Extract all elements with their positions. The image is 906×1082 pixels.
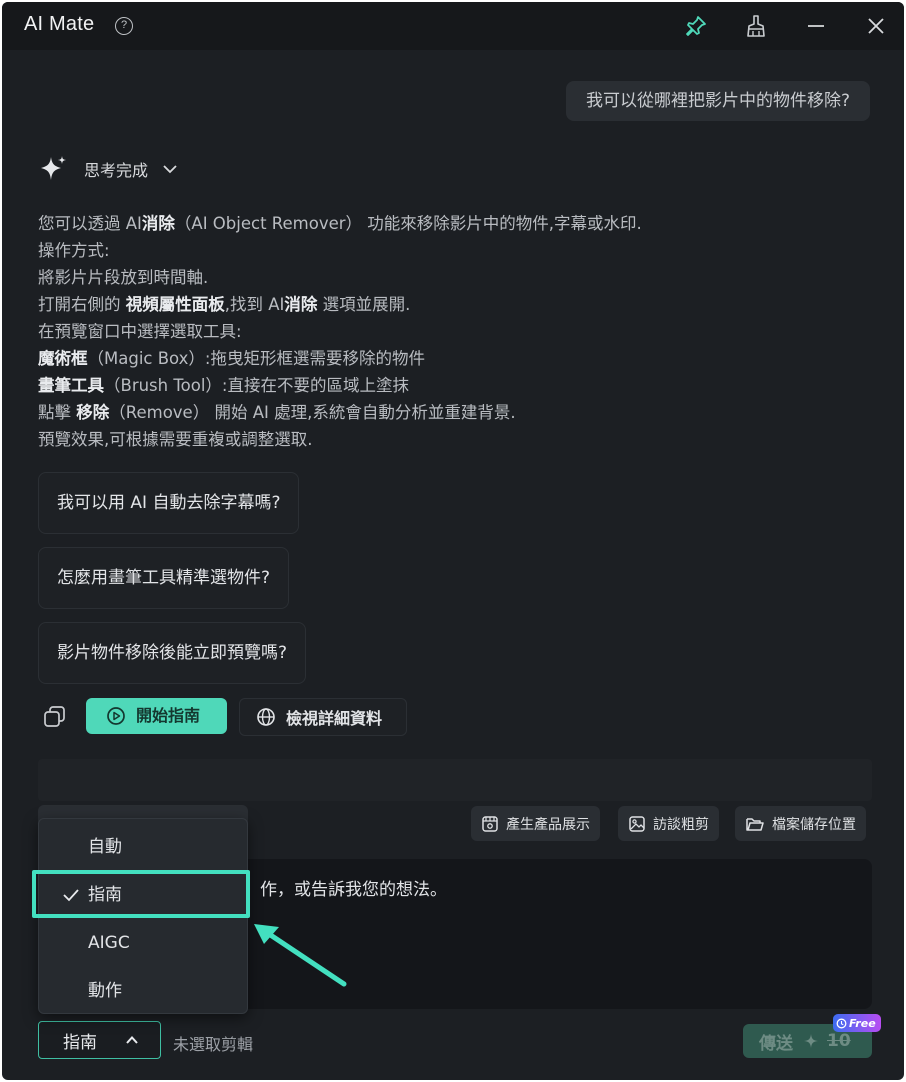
send-label: 傳送 <box>759 1033 793 1054</box>
scroll-fade-band <box>38 759 872 801</box>
chip-product-showcase[interactable]: 產生產品展示 <box>471 806 600 841</box>
clock-icon <box>836 1018 847 1028</box>
answer-text: 在預覽窗口中選擇選取工具: <box>38 322 242 341</box>
chevron-up-icon <box>126 1036 138 1044</box>
answer-text: （Magic Box）:拖曳矩形框選需要移除的物件 <box>87 349 425 368</box>
answer-text: 選項並展開. <box>317 295 411 314</box>
copy-icon[interactable] <box>42 704 68 730</box>
mode-option-action[interactable]: 動作 <box>39 971 247 1011</box>
prompt-placeholder: 作，或告訴我您的想法。 <box>260 880 447 900</box>
answer-line: 您可以透過 AI消除（AI Object Remover） 功能來移除影片中的物… <box>38 210 878 237</box>
minimize-icon[interactable] <box>804 14 828 38</box>
answer-emphasis: 魔術框 <box>38 349 88 368</box>
answer-text: ,找到 AI <box>224 295 285 314</box>
suggestion-3[interactable]: 影片物件移除後能立即預覽嗎? <box>38 622 307 684</box>
guide-option-highlight <box>32 870 250 918</box>
chip-label: 產生產品展示 <box>506 816 590 833</box>
chip-label: 檔案儲存位置 <box>772 816 856 833</box>
broom-icon[interactable] <box>744 14 768 38</box>
view-details-label: 檢視詳細資料 <box>286 709 383 728</box>
start-guide-label: 開始指南 <box>136 706 201 725</box>
view-details-button[interactable]: 檢視詳細資料 <box>239 698 407 736</box>
mode-select-value: 指南 <box>63 1032 97 1053</box>
mode-option-label: AIGC <box>88 933 130 953</box>
chip-interview-cut[interactable]: 訪談粗剪 <box>618 806 719 841</box>
suggestion-1[interactable]: 我可以用 AI 自動去除字幕嗎? <box>38 472 300 534</box>
chip-label: 訪談粗剪 <box>653 816 709 833</box>
mode-option-label: 自動 <box>88 837 122 857</box>
answer-emphasis: 消除 <box>141 214 175 233</box>
answer-text: （AI Object Remover） 功能來移除影片中的物件,字幕或水印. <box>174 214 642 233</box>
chip-file-location[interactable]: 檔案儲存位置 <box>735 806 866 841</box>
answer-text: 點擊 <box>38 403 77 422</box>
mode-option-auto[interactable]: 自動 <box>39 827 247 867</box>
title-bar: AI Mate ? <box>2 2 904 50</box>
user-message: 我可以從哪裡把影片中的物件移除? <box>565 81 870 121</box>
answer-line: 在預覽窗口中選擇選取工具: <box>38 318 878 345</box>
sparkle-icon <box>41 156 66 180</box>
answer-text: （Brush Tool）:直接在不要的區域上塗抹 <box>104 376 409 395</box>
answer-text: 您可以透過 AI <box>38 214 142 233</box>
mode-select[interactable]: 指南 <box>38 1021 161 1059</box>
video-frame-icon <box>482 815 498 832</box>
answer-line: 點擊 移除（Remove） 開始 AI 處理,系統會自動分析並重建背景. <box>38 399 878 426</box>
answer-line: 操作方式: <box>38 237 878 264</box>
no-clip-label: 未選取剪輯 <box>173 1035 254 1054</box>
suggestion-2[interactable]: 怎麼用畫筆工具精準選物件? <box>38 547 290 609</box>
send-cost: 10 <box>827 1031 851 1051</box>
answer-text: （Remove） 開始 AI 處理,系統會自動分析並重建背景. <box>109 403 516 422</box>
globe-icon <box>257 708 275 726</box>
start-guide-button[interactable]: 開始指南 <box>86 698 227 734</box>
answer-emphasis: 移除 <box>76 403 110 422</box>
answer-emphasis: 消除 <box>284 295 318 314</box>
answer-text: 預覽效果,可根據需要重複或調整選取. <box>38 430 313 449</box>
credit-sparkle-icon <box>804 1034 818 1048</box>
answer-line: 打開右側的 視頻屬性面板,找到 AI消除 選項並展開. <box>38 291 878 318</box>
folder-open-icon <box>746 817 764 831</box>
answer-line: 預覽效果,可根據需要重複或調整選取. <box>38 426 878 453</box>
pin-icon[interactable] <box>684 14 708 38</box>
answer-line: 畫筆工具（Brush Tool）:直接在不要的區域上塗抹 <box>38 372 878 399</box>
answer-text: 將影片片段放到時間軸. <box>38 268 209 287</box>
free-badge-label: Free <box>849 1016 876 1030</box>
chevron-down-icon <box>163 165 177 174</box>
annotation-arrow <box>254 924 347 987</box>
answer-emphasis: 視頻屬性面板 <box>125 295 225 314</box>
answer-line: 魔術框（Magic Box）:拖曳矩形框選需要移除的物件 <box>38 345 878 372</box>
thinking-toggle[interactable]: 思考完成 <box>38 153 178 185</box>
answer-line: 將影片片段放到時間軸. <box>38 264 878 291</box>
image-icon <box>629 815 645 832</box>
answer-text: 操作方式: <box>38 241 110 260</box>
ai-mate-window: AI Mate ? 我可以從哪裡把影片中的物件移除? 思考完成 您可以透過 AI… <box>2 2 904 1080</box>
answer-text: 打開右側的 <box>38 295 126 314</box>
assistant-answer: 您可以透過 AI消除（AI Object Remover） 功能來移除影片中的物… <box>38 210 878 453</box>
app-title: AI Mate <box>24 13 95 35</box>
mode-option-label: 動作 <box>88 981 122 1001</box>
thinking-label: 思考完成 <box>84 161 149 180</box>
free-badge: Free <box>833 1014 881 1032</box>
answer-emphasis: 畫筆工具 <box>38 376 104 395</box>
help-icon[interactable]: ? <box>115 17 133 35</box>
play-circle-icon <box>107 707 125 725</box>
close-icon[interactable] <box>864 14 888 38</box>
mode-option-aigc[interactable]: AIGC <box>39 923 247 963</box>
